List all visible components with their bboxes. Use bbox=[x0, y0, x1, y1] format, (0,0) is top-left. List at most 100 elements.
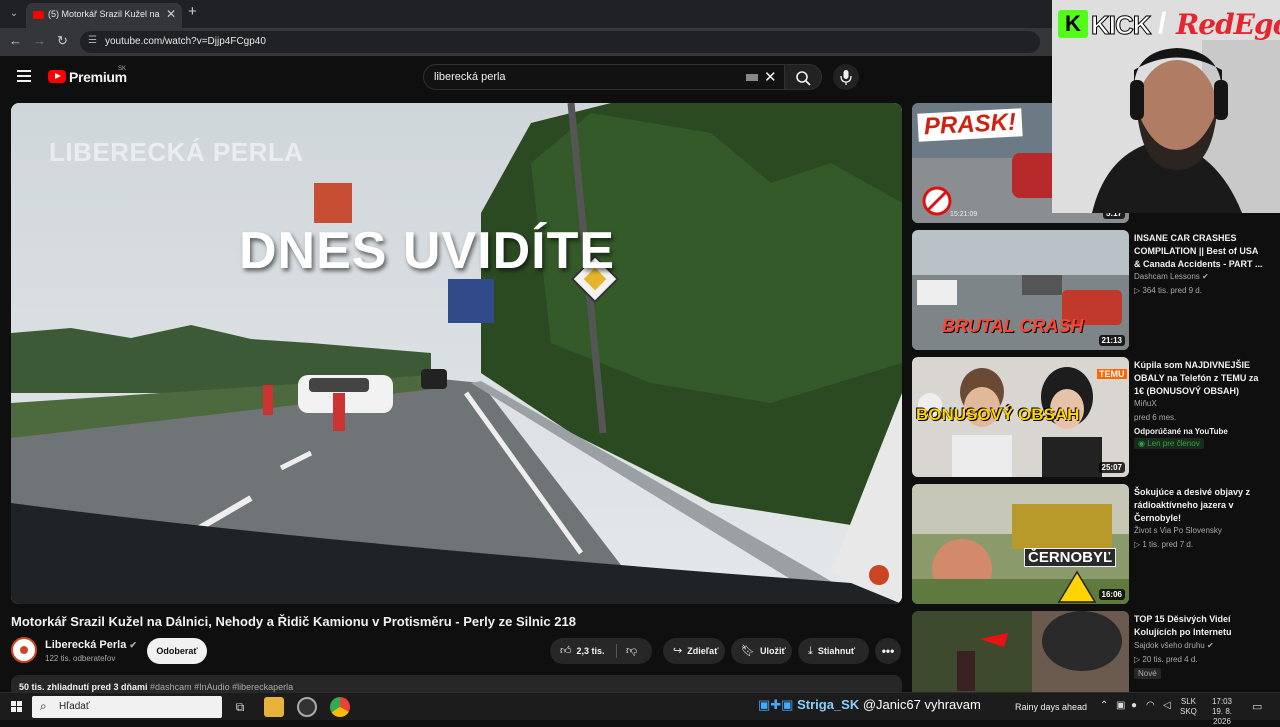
thumbnail-image bbox=[912, 611, 1129, 692]
youtube-favicon-icon bbox=[33, 11, 44, 19]
volume-icon[interactable]: ◁ bbox=[1163, 700, 1171, 711]
keyboard-icon[interactable] bbox=[746, 74, 758, 81]
share-arrow-icon: ↪ bbox=[673, 645, 683, 657]
task-view-icon[interactable]: ⧉ bbox=[230, 697, 250, 717]
back-arrow-icon[interactable]: ← bbox=[9, 33, 22, 48]
hamburger-menu-icon[interactable] bbox=[17, 70, 31, 82]
input-language[interactable]: SLK SKQ bbox=[1180, 697, 1197, 717]
thumb-text: BONUSOVÝ OBSAH bbox=[916, 405, 1080, 424]
search-input[interactable]: liberecká perla ✕ bbox=[423, 64, 785, 90]
tab-search-chevron-icon[interactable]: ⌄ bbox=[6, 6, 22, 22]
tray-microphone-icon[interactable]: ● bbox=[1131, 700, 1137, 711]
recommendation-item[interactable]: BRUTAL CRASH 21:13 INSANE CAR CRASHES CO… bbox=[912, 230, 1272, 350]
search-icon: ⌕ bbox=[40, 699, 47, 713]
wifi-icon[interactable]: ◠ bbox=[1146, 700, 1155, 711]
new-badge: Nové bbox=[1134, 668, 1161, 679]
recommendation-channel[interactable]: Dashcam Lessons ✔ bbox=[1134, 272, 1209, 281]
recommendation-thumbnail[interactable] bbox=[912, 611, 1129, 692]
recommendation-channel[interactable]: MiňuX bbox=[1134, 399, 1157, 408]
search-button[interactable] bbox=[784, 64, 822, 90]
video-player[interactable]: LIBERECKÁ PERLA DNES UVIDÍTE bbox=[11, 103, 902, 604]
tray-chevron-icon[interactable]: ⌃ bbox=[1100, 700, 1108, 711]
thumbnail-image bbox=[912, 484, 1129, 604]
thumb-corner-text: TEMU bbox=[1097, 369, 1127, 379]
browser-tab-active[interactable]: (5) Motorkář Srazil Kužel na Dál ✕ bbox=[26, 3, 182, 28]
tab-title: (5) Motorkář Srazil Kužel na Dál bbox=[48, 9, 160, 19]
recommendation-thumbnail[interactable]: ČERNOBYĽ 16:06 bbox=[912, 484, 1129, 604]
recommendation-title[interactable]: TOP 15 Děsivých Videí Kolujících po Inte… bbox=[1134, 613, 1266, 639]
channel-avatar[interactable] bbox=[11, 637, 37, 663]
keyboard-layout: SKQ bbox=[1180, 707, 1197, 716]
file-explorer-icon[interactable] bbox=[264, 697, 284, 717]
dislike-divider bbox=[616, 644, 617, 658]
bookmark-icon: 🔖︎ bbox=[741, 645, 755, 657]
recommendation-title[interactable]: Šokujúce a desivé objavy z rádioaktívneh… bbox=[1134, 486, 1266, 525]
recommendation-channel[interactable]: Život s Via Po Slovensky bbox=[1134, 526, 1222, 535]
duration-badge: 25:07 bbox=[1098, 462, 1125, 473]
recommendation-title[interactable]: INSANE CAR CRASHES COMPILATION || Best o… bbox=[1134, 232, 1266, 271]
chat-username: Striga_SK bbox=[797, 697, 860, 712]
verified-check-icon: ✔ bbox=[129, 640, 137, 650]
chrome-icon[interactable] bbox=[330, 697, 350, 717]
members-badge-label: Len pre členov bbox=[1147, 439, 1200, 448]
thumbs-down-icon[interactable]: 👎︎ bbox=[626, 638, 637, 664]
chat-message: @Janic67 vyhravam bbox=[862, 697, 981, 712]
like-count[interactable]: 2,3 tis. bbox=[577, 646, 605, 656]
tab-close-icon[interactable]: ✕ bbox=[166, 7, 176, 21]
youtube-play-logo-icon bbox=[48, 70, 66, 83]
video-title: Motorkář Srazil Kužel na Dálnici, Nehody… bbox=[11, 614, 576, 629]
chat-emote-icon: ▣✚▣ bbox=[758, 697, 794, 712]
weather-widget[interactable]: Rainy days ahead bbox=[1015, 702, 1087, 712]
tray-app-icon[interactable]: ▣ bbox=[1116, 700, 1125, 711]
duration-badge: 16:06 bbox=[1098, 589, 1125, 600]
address-bar[interactable]: ☰ youtube.com/watch?v=Djjp4FCgp40 bbox=[80, 31, 1040, 53]
more-horizontal-icon: ••• bbox=[881, 644, 895, 658]
recommendation-channel[interactable]: Sajdok všeho druhu ✔ bbox=[1134, 641, 1214, 650]
forward-arrow-icon[interactable]: → bbox=[33, 33, 46, 48]
recommendation-item[interactable]: TEMU BONUSOVÝ OBSAH 25:07 Kúpila som NAJ… bbox=[912, 357, 1272, 477]
video-channel-watermark: LIBERECKÁ PERLA bbox=[49, 137, 304, 167]
obs-icon[interactable] bbox=[297, 697, 317, 717]
notifications-icon[interactable]: ▭ bbox=[1252, 700, 1262, 713]
taskbar-search-input[interactable]: ⌕ Hľadať bbox=[32, 696, 222, 718]
recommendation-channel-name: Sajdok všeho druhu bbox=[1134, 641, 1205, 650]
recommendation-meta: ▷ 1 tis. pred 7 d. bbox=[1134, 540, 1194, 549]
stream-chat-overlay: ▣✚▣ Striga_SK @Janic67 vyhravam bbox=[758, 697, 981, 717]
address-url: youtube.com/watch?v=Djjp4FCgp40 bbox=[105, 36, 266, 47]
video-frame-dashcam bbox=[11, 103, 902, 604]
thumb-text: PRASK! bbox=[917, 108, 1023, 142]
download-icon: ⤓ bbox=[808, 645, 813, 657]
recommendation-channel-name: Dashcam Lessons bbox=[1134, 272, 1200, 281]
channel-name[interactable]: Liberecká Perla ✔ bbox=[45, 639, 137, 651]
youtube-header: Premium SK liberecká perla ✕ bbox=[0, 56, 1052, 102]
recommendation-item[interactable]: TOP 15 Děsivých Videí Kolujících po Inte… bbox=[912, 611, 1272, 692]
recommendation-title[interactable]: Kúpila som NAJDIVNEJŠIE OBALY na Telefón… bbox=[1134, 359, 1266, 398]
download-button[interactable]: ⤓ Stiahnuť bbox=[798, 638, 869, 664]
system-clock[interactable]: 17:03 19. 8. 2026 bbox=[1204, 697, 1240, 727]
members-only-badge: ◉ Len pre členov bbox=[1134, 438, 1204, 449]
search-query: liberecká perla bbox=[434, 71, 506, 83]
recommendation-thumbnail[interactable]: TEMU BONUSOVÝ OBSAH 25:07 bbox=[912, 357, 1129, 477]
save-button[interactable]: 🔖︎ Uložiť bbox=[731, 638, 792, 664]
site-info-icon[interactable]: ☰ bbox=[88, 35, 97, 46]
windows-start-icon[interactable] bbox=[11, 701, 22, 712]
save-label: Uložiť bbox=[759, 646, 786, 656]
voice-search-button[interactable] bbox=[833, 64, 859, 90]
thumb-text: BRUTAL CRASH bbox=[942, 316, 1084, 336]
logo-slash: / bbox=[1158, 7, 1167, 40]
video-headline-text: DNES UVIDÍTE bbox=[239, 222, 616, 280]
clear-search-icon[interactable]: ✕ bbox=[764, 68, 777, 86]
thumbs-up-icon[interactable]: 👍︎ bbox=[560, 638, 572, 664]
recommended-badge: Odporúčané na YouTube bbox=[1134, 427, 1228, 436]
recommendation-thumbnail[interactable]: BRUTAL CRASH 21:13 bbox=[912, 230, 1129, 350]
hashtags[interactable]: #dashcam #InAudio #libereckaperla bbox=[150, 682, 293, 692]
subscribe-button[interactable]: Odoberať bbox=[147, 638, 207, 664]
reload-icon[interactable]: ↻ bbox=[57, 33, 68, 49]
country-code: SK bbox=[118, 66, 127, 72]
recommendation-item[interactable]: ČERNOBYĽ 16:06 Šokujúce a desivé objavy … bbox=[912, 484, 1272, 604]
new-tab-plus-icon[interactable]: + bbox=[188, 3, 197, 20]
recommendation-meta: pred 6 mes. bbox=[1134, 413, 1177, 422]
kick-redego-logo: K KICK / RedEgo bbox=[1058, 6, 1280, 42]
share-button[interactable]: ↪ Zdieľať bbox=[663, 638, 725, 664]
more-actions-button[interactable]: ••• bbox=[875, 638, 901, 664]
